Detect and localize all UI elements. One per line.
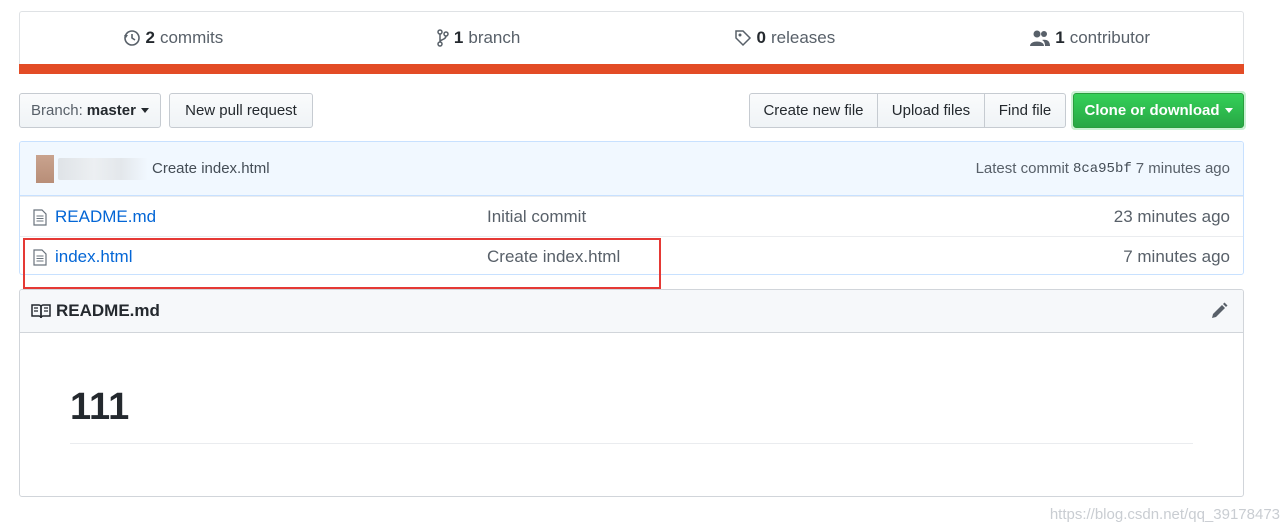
create-new-file-button[interactable]: Create new file [749,93,878,128]
file-row: README.md Initial commit 23 minutes ago [20,196,1243,236]
readme-heading: 111 [70,386,1193,444]
chevron-down-icon [1224,108,1233,113]
avatar[interactable] [36,154,54,183]
watermark: https://blog.csdn.net/qq_39178473 [1049,506,1280,523]
find-file-button[interactable]: Find file [984,93,1066,128]
clone-or-download-button[interactable]: Clone or download [1073,93,1244,128]
people-icon [1030,30,1051,46]
latest-commit-label: Latest commit [975,160,1069,177]
new-pull-request-button[interactable]: New pull request [169,93,313,128]
book-icon [31,304,51,319]
branch-prefix: Branch: [31,102,83,119]
branches-label: branch [468,28,521,47]
branches-count: 1 [453,28,464,47]
branch-select-button[interactable]: Branch: master [19,93,161,128]
latest-commit-bar: Create index.html Latest commit 8ca95bf … [20,142,1243,196]
repo-summary-bar: 2 commits 1 branch 0 releases 1 contribu… [19,11,1244,74]
releases-link[interactable]: 0 releases [632,28,938,48]
readme-panel: README.md 111 [19,289,1244,497]
commits-count: 2 [145,28,155,47]
history-icon [123,30,140,46]
branch-icon [437,29,449,47]
latest-commit-message[interactable]: Create index.html [152,160,270,177]
branches-link[interactable]: 1 branch [326,28,632,48]
commit-sha[interactable]: 8ca95bf [1073,161,1132,177]
clone-label: Clone or download [1084,102,1220,119]
readme-title: README.md [56,301,160,320]
commits-label: commits [159,28,224,47]
readme-header: README.md [20,290,1243,333]
contributors-label: contributor [1069,28,1151,47]
author-name-blurred[interactable] [58,157,148,180]
file-commit-message[interactable]: Initial commit [487,207,586,227]
contributors-link[interactable]: 1 contributor [937,28,1243,48]
contributors-count: 1 [1055,28,1065,47]
file-name-link[interactable]: README.md [55,207,156,227]
releases-label: releases [770,28,836,47]
pencil-icon[interactable] [1210,302,1228,320]
readme-body: 111 [20,333,1243,444]
file-icon [33,209,47,226]
language-bar[interactable] [19,64,1244,74]
branch-name: master [86,102,136,119]
file-age: 23 minutes ago [1113,206,1230,226]
tag-icon [734,30,751,47]
upload-files-button[interactable]: Upload files [877,93,985,128]
commits-link[interactable]: 2 commits [20,28,326,48]
chevron-down-icon [140,108,149,113]
releases-count: 0 [756,28,766,47]
latest-commit-age: 7 minutes ago [1135,160,1230,177]
red-highlight-box [23,238,661,289]
file-age: 7 minutes ago [1123,246,1230,266]
